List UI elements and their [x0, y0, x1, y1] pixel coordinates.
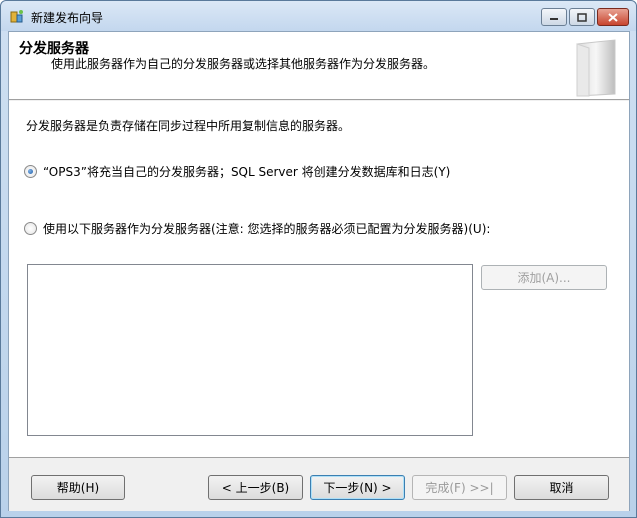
intro-text: 分发服务器是负责存储在同步过程中所用复制信息的服务器。 [26, 119, 351, 133]
maximize-button[interactable] [569, 8, 595, 26]
option-other-distributor[interactable]: 使用以下服务器作为分发服务器(注意: 您选择的服务器必须已配置为分发服务器)(U… [24, 220, 490, 237]
distributor-server-list[interactable] [27, 264, 473, 436]
option-other-label: 使用以下服务器作为分发服务器(注意: 您选择的服务器必须已配置为分发服务器)(U… [43, 222, 491, 236]
help-button[interactable]: 帮助(H) [31, 475, 125, 500]
minimize-icon [550, 18, 558, 20]
finish-button[interactable]: 完成(F) >>| [412, 475, 507, 500]
window-title: 新建发布向导 [31, 11, 104, 25]
cancel-button[interactable]: 取消 [514, 475, 609, 500]
close-icon [608, 12, 618, 22]
close-button[interactable] [597, 8, 629, 26]
option-self-distributor[interactable]: “OPS3”将充当自己的分发服务器；SQL Server 将创建分发数据库和日志… [24, 163, 450, 180]
title-bar[interactable]: 新建发布向导 [1, 1, 636, 31]
wizard-header: 分发服务器 使用此服务器作为自己的分发服务器或选择其他服务器作为分发服务器。 [9, 32, 629, 100]
server-graphic-icon [569, 36, 623, 98]
wizard-window: 新建发布向导 分发服务器 使用此服务器作为自己的分发服务器或选择其他服务器作为分… [0, 0, 637, 518]
next-button[interactable]: 下一步(N) > [310, 475, 405, 500]
minimize-button[interactable] [541, 8, 567, 26]
wizard-content: 分发服务器是负责存储在同步过程中所用复制信息的服务器。 “OPS3”将充当自己的… [9, 101, 629, 458]
maximize-icon [577, 12, 587, 22]
wizard-client-area: 分发服务器 使用此服务器作为自己的分发服务器或选择其他服务器作为分发服务器。 分… [8, 31, 630, 511]
radio-other-distributor[interactable] [24, 222, 37, 235]
wizard-footer: 帮助(H) < 上一步(B) 下一步(N) > 完成(F) >>| 取消 [9, 459, 629, 511]
option-self-label: “OPS3”将充当自己的分发服务器；SQL Server 将创建分发数据库和日志… [43, 165, 451, 179]
radio-self-distributor[interactable] [24, 165, 37, 178]
back-button[interactable]: < 上一步(B) [208, 475, 303, 500]
page-description: 使用此服务器作为自己的分发服务器或选择其他服务器作为分发服务器。 [51, 57, 436, 71]
wizard-app-icon [9, 9, 25, 25]
add-server-button[interactable]: 添加(A)... [481, 265, 607, 290]
